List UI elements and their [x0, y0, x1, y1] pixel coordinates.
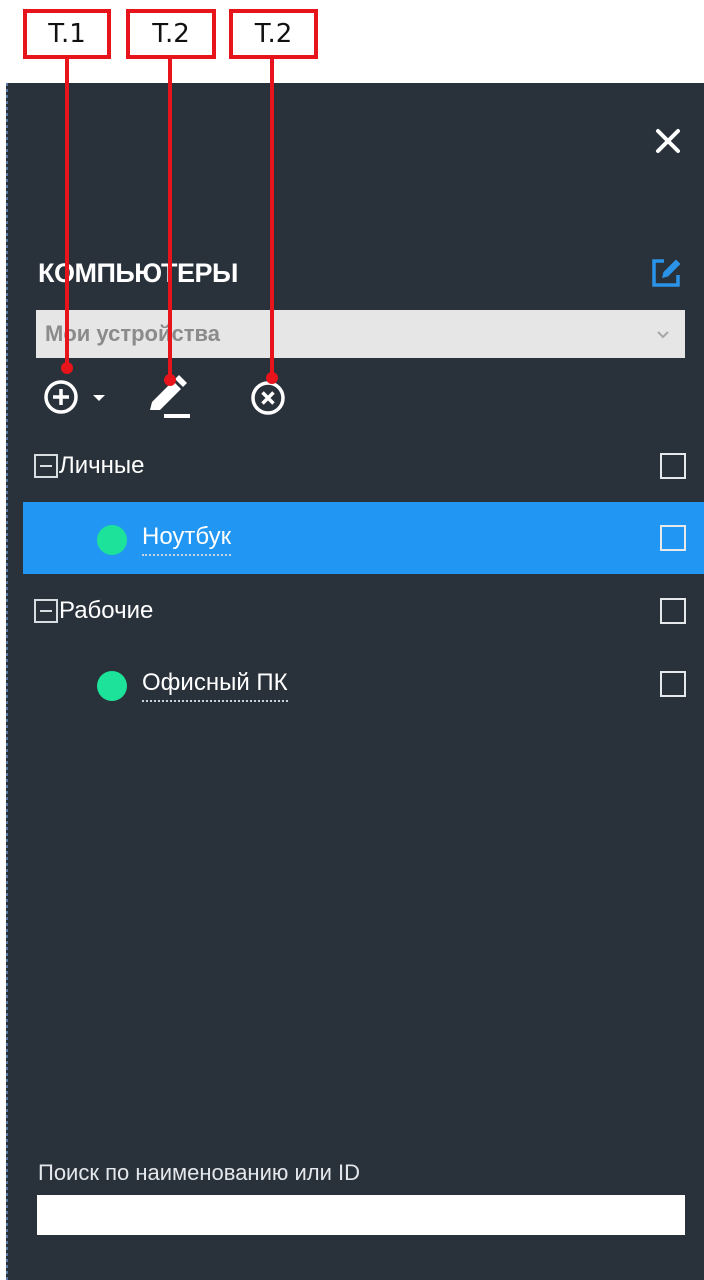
panel-dotted-edge	[6, 83, 8, 1280]
annotation-t2-remove-marker	[266, 372, 278, 384]
edit-list-icon[interactable]	[648, 255, 684, 291]
annotation-t1-label: T.1	[23, 9, 111, 59]
close-icon[interactable]	[650, 123, 686, 159]
device-checkbox-office-pc[interactable]	[660, 671, 686, 697]
tree-group-row-personal: Личные	[23, 430, 704, 502]
add-circle-icon[interactable]	[42, 378, 80, 416]
annotation-t1-pointer	[65, 59, 69, 367]
group-checkbox-personal[interactable]	[660, 453, 686, 479]
tree-item-row-office-pc[interactable]: Офисный ПК	[23, 648, 704, 720]
search-label: Поиск по наименованию или ID	[38, 1160, 361, 1185]
tree-group-row-work: Рабочие	[23, 574, 704, 646]
annotation-t2-edit-pointer	[168, 59, 172, 379]
annotation-t2-edit-marker	[164, 374, 176, 386]
status-online-icon	[97, 525, 127, 555]
device-name-office-pc[interactable]: Офисный ПК	[142, 669, 288, 702]
annotation-t2-remove-pointer	[270, 59, 274, 377]
chevron-down-icon	[657, 331, 669, 339]
group-checkbox-work[interactable]	[660, 598, 686, 624]
caret-down-icon[interactable]	[92, 394, 106, 402]
annotation-t1-marker	[61, 362, 73, 374]
collapse-toggle-icon[interactable]	[34, 599, 58, 623]
device-checkbox-laptop[interactable]	[660, 525, 686, 551]
status-online-icon	[97, 671, 127, 701]
collapse-toggle-icon[interactable]	[34, 454, 58, 478]
group-select-value: Мои устройства	[45, 321, 220, 346]
search-input[interactable]	[37, 1195, 685, 1235]
group-label-personal: Личные	[59, 452, 145, 479]
tree-item-row-laptop[interactable]: Ноутбук	[23, 502, 704, 574]
group-label-work: Рабочие	[59, 597, 154, 624]
annotation-t2-label-remove: T.2	[229, 9, 318, 59]
group-select[interactable]: Мои устройства	[36, 310, 685, 358]
device-name-laptop[interactable]: Ноутбук	[142, 523, 232, 556]
annotation-t2-label-edit: T.2	[126, 9, 216, 59]
remove-circle-icon[interactable]	[248, 378, 288, 418]
